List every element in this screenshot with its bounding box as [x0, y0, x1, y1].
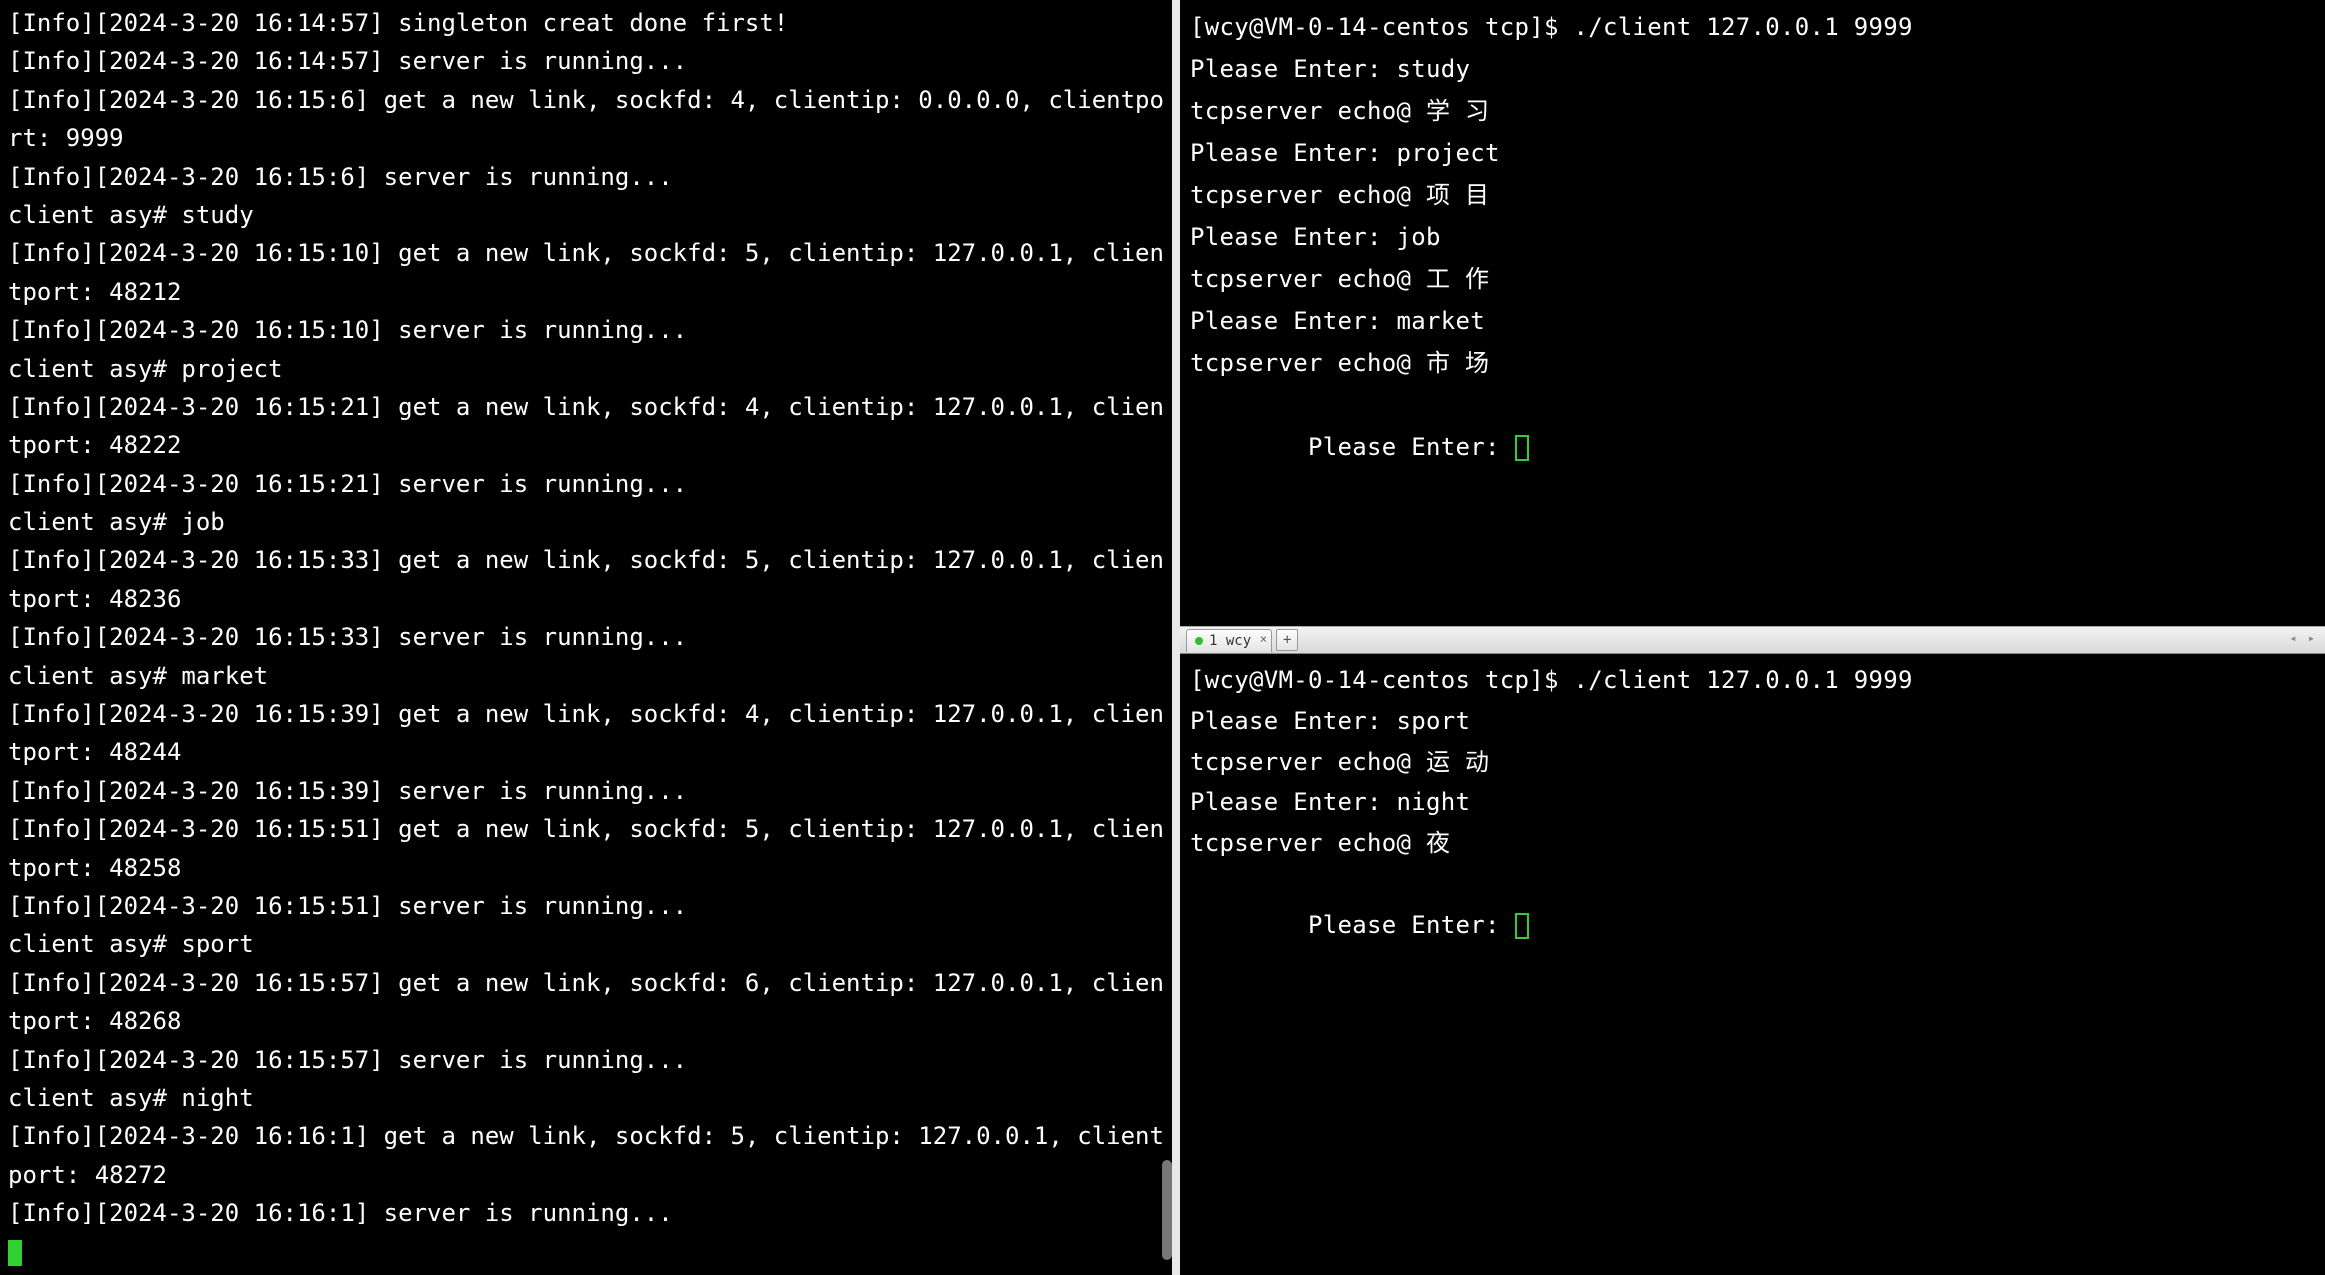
- tab-scroll-arrows-icon[interactable]: ◂ ▸: [2289, 631, 2317, 645]
- log-line: client asy# study: [8, 196, 1164, 234]
- log-line: [Info][2024-3-20 16:16:1] get a new link…: [8, 1117, 1164, 1194]
- log-line: [Info][2024-3-20 16:15:39] get a new lin…: [8, 695, 1164, 772]
- log-line: [Info][2024-3-20 16:15:33] server is run…: [8, 618, 1164, 656]
- input-line: Please Enter: project: [1190, 132, 2315, 174]
- log-line: client asy# market: [8, 657, 1164, 695]
- log-line: client asy# night: [8, 1079, 1164, 1117]
- right-column: [wcy@VM-0-14-centos tcp]$ ./client 127.0…: [1180, 0, 2325, 1275]
- echo-line: tcpserver echo@ 夜: [1190, 823, 2315, 864]
- status-dot-icon: [1195, 637, 1203, 645]
- log-line: [Info][2024-3-20 16:15:21] server is run…: [8, 465, 1164, 503]
- input-line: Please Enter: job: [1190, 216, 2315, 258]
- log-line: [Info][2024-3-20 16:15:21] get a new lin…: [8, 388, 1164, 465]
- client-terminal-1[interactable]: [wcy@VM-0-14-centos tcp]$ ./client 127.0…: [1180, 0, 2325, 626]
- shell-prompt-line: [wcy@VM-0-14-centos tcp]$ ./client 127.0…: [1190, 6, 2315, 48]
- client-terminal-2[interactable]: [wcy@VM-0-14-centos tcp]$ ./client 127.0…: [1180, 654, 2325, 1275]
- log-line: [Info][2024-3-20 16:14:57] server is run…: [8, 42, 1164, 80]
- log-line: [Info][2024-3-20 16:15:39] server is run…: [8, 772, 1164, 810]
- shell-prompt-line: [wcy@VM-0-14-centos tcp]$ ./client 127.0…: [1190, 660, 2315, 701]
- log-line: [Info][2024-3-20 16:15:51] get a new lin…: [8, 810, 1164, 887]
- close-icon[interactable]: ×: [1260, 632, 1267, 646]
- log-line: [Info][2024-3-20 16:15:51] server is run…: [8, 887, 1164, 925]
- split-layout: [Info][2024-3-20 16:14:57] singleton cre…: [0, 0, 2325, 1275]
- pane-divider[interactable]: [1172, 0, 1180, 1275]
- log-line: [Info][2024-3-20 16:14:57] singleton cre…: [8, 4, 1164, 42]
- echo-line: tcpserver echo@ 工 作: [1190, 258, 2315, 300]
- log-line: [Info][2024-3-20 16:15:57] server is run…: [8, 1041, 1164, 1079]
- prompt-text: Please Enter:: [1308, 433, 1515, 461]
- log-line: client asy# project: [8, 350, 1164, 388]
- echo-line: tcpserver echo@ 学 习: [1190, 90, 2315, 132]
- echo-line: tcpserver echo@ 市 场: [1190, 342, 2315, 384]
- tab-label: 1 wcy: [1209, 633, 1251, 649]
- log-line: [Info][2024-3-20 16:15:57] get a new lin…: [8, 964, 1164, 1041]
- cursor-line[interactable]: [8, 1233, 1164, 1271]
- log-line: client asy# sport: [8, 925, 1164, 963]
- echo-line: tcpserver echo@ 运 动: [1190, 742, 2315, 783]
- add-tab-button[interactable]: +: [1276, 629, 1298, 651]
- waiting-prompt[interactable]: Please Enter:: [1190, 864, 2315, 986]
- input-line: Please Enter: market: [1190, 300, 2315, 342]
- log-line: [Info][2024-3-20 16:15:33] get a new lin…: [8, 541, 1164, 618]
- log-line: client asy# job: [8, 503, 1164, 541]
- log-line: [Info][2024-3-20 16:15:6] get a new link…: [8, 81, 1164, 158]
- scrollbar-thumb[interactable]: [1162, 1160, 1172, 1260]
- log-line: [Info][2024-3-20 16:15:10] get a new lin…: [8, 234, 1164, 311]
- prompt-text: Please Enter:: [1308, 911, 1515, 939]
- cursor-icon: [1515, 435, 1529, 461]
- input-line: Please Enter: study: [1190, 48, 2315, 90]
- tab-session-1[interactable]: 1 wcy ×: [1186, 629, 1272, 652]
- log-line: [Info][2024-3-20 16:15:6] server is runn…: [8, 158, 1164, 196]
- cursor-icon: [1515, 913, 1529, 939]
- echo-line: tcpserver echo@ 项 目: [1190, 174, 2315, 216]
- input-line: Please Enter: night: [1190, 782, 2315, 823]
- server-terminal[interactable]: [Info][2024-3-20 16:14:57] singleton cre…: [0, 0, 1172, 1275]
- log-line: [Info][2024-3-20 16:16:1] server is runn…: [8, 1194, 1164, 1232]
- input-line: Please Enter: sport: [1190, 701, 2315, 742]
- tab-bar: 1 wcy × + ◂ ▸: [1180, 626, 2325, 654]
- waiting-prompt[interactable]: Please Enter:: [1190, 384, 2315, 510]
- cursor-icon: [8, 1240, 22, 1266]
- log-line: [Info][2024-3-20 16:15:10] server is run…: [8, 311, 1164, 349]
